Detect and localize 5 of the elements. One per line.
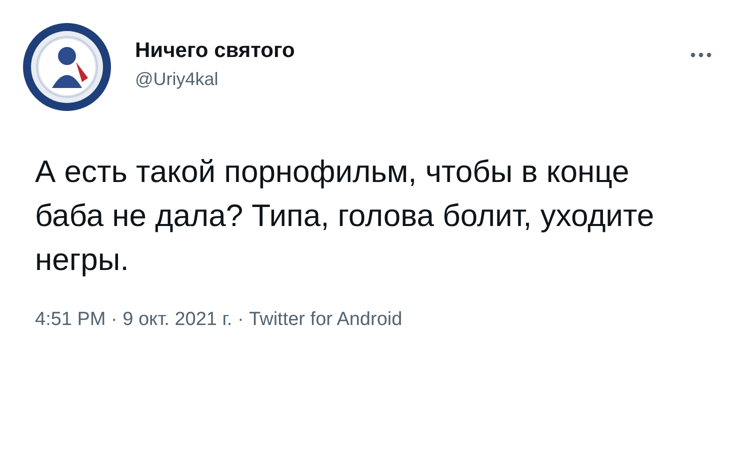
tweet-text: А есть такой порнофильм, чтобы в конце баба не дала? Типа, голова болит, уходите негры. <box>35 153 656 279</box>
more-icon[interactable] <box>690 52 712 58</box>
author-handle[interactable]: @Uriy4kal <box>135 66 295 92</box>
tweet-meta: 4:51 PM · 9 окт. 2021 г. · Twitter for Android <box>35 308 404 332</box>
author-name[interactable]: Ничего святого <box>135 38 295 64</box>
